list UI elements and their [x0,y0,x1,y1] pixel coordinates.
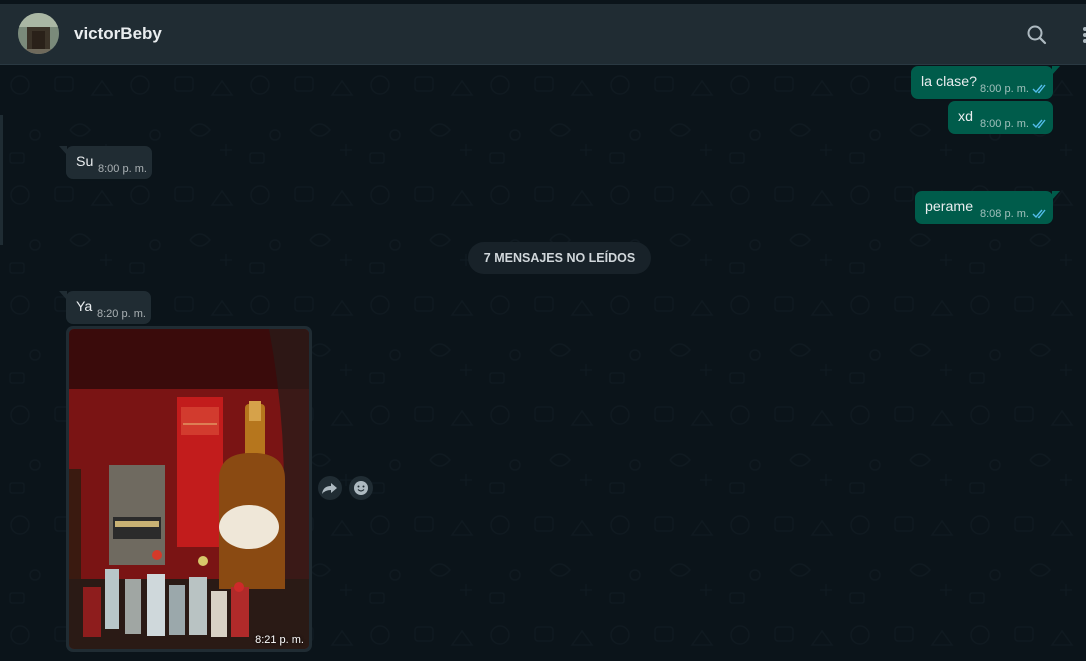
contact-avatar[interactable] [18,13,59,54]
message-bubble-incoming[interactable]: Ya 8:20 p. m. [59,291,151,324]
menu-icon[interactable] [1078,22,1086,48]
chat-panel[interactable]: la clase? 8:00 p. m. xd 8:00 p. m. Su 8:… [0,65,1086,661]
message-time: 8:00 p. m. [98,163,147,175]
message-text: la clase? [921,74,977,90]
message-time: 8:00 p. m. [980,83,1029,95]
message-time: 8:00 p. m. [980,118,1029,130]
message-text: xd [958,109,973,125]
message-text: perame [925,199,974,215]
message-time: 8:21 p. m. [255,634,304,646]
message-text: Su [76,154,94,170]
read-ticks-icon [1032,209,1046,219]
bubble-tail [1052,66,1060,75]
message-bubble-outgoing[interactable]: xd 8:00 p. m. [948,101,1053,134]
message-time: 8:08 p. m. [980,208,1029,220]
image-message[interactable]: 8:21 p. m. [66,326,312,652]
chat-header[interactable]: victorBeby [0,4,1086,65]
bubble-tail [1052,191,1060,200]
message-bubble-incoming[interactable]: Su 8:00 p. m. [59,146,152,179]
forward-icon[interactable] [318,476,342,500]
message-time: 8:20 p. m. [97,308,146,320]
read-ticks-icon [1032,84,1046,94]
photo-icon[interactable] [69,329,309,649]
contact-name[interactable]: victorBeby [74,24,162,44]
message-bubble-outgoing[interactable]: perame 8:08 p. m. [915,191,1060,224]
unread-messages-divider: 7 MENSAJES NO LEÍDOS [468,242,651,274]
message-text: Ya [76,299,93,315]
search-icon[interactable] [1024,22,1050,48]
emoji-icon[interactable] [349,476,373,500]
read-ticks-icon [1032,119,1046,129]
bubble-tail [59,291,67,300]
scrollbar-edge [0,115,3,245]
bubble-tail [59,146,67,155]
message-bubble-outgoing[interactable]: la clase? 8:00 p. m. [911,66,1060,99]
